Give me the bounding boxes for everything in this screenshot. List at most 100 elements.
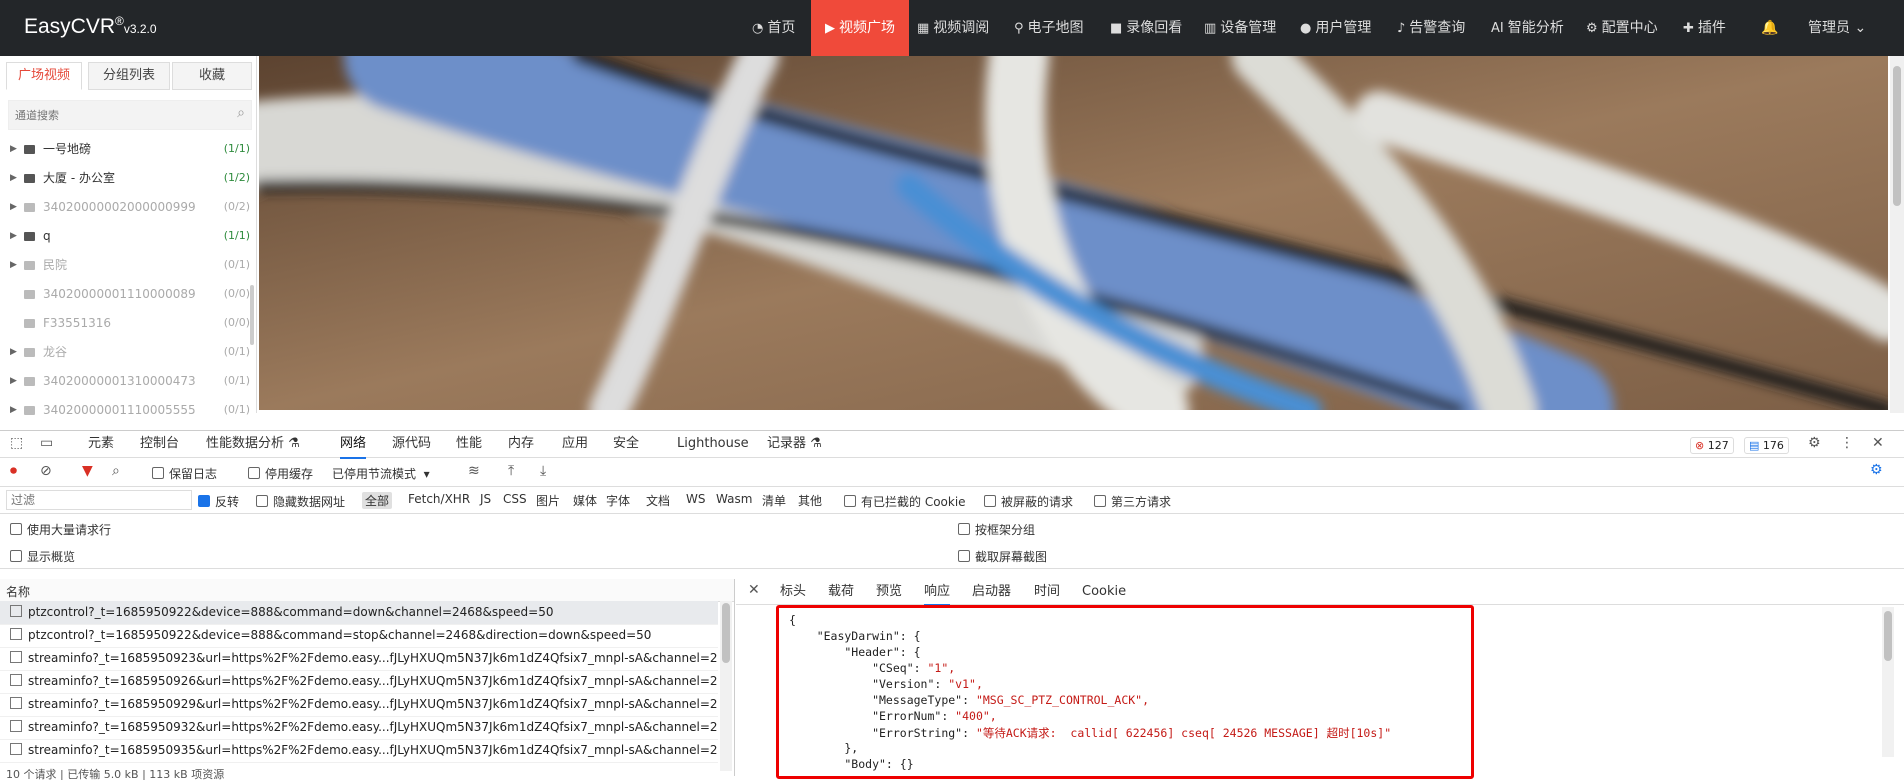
response-tab[interactable]: 响应 xyxy=(924,579,951,606)
name-column-header[interactable]: 名称 xyxy=(6,583,30,600)
close-icon[interactable]: ✕ xyxy=(1872,435,1884,451)
devtools-tab[interactable]: 网络 xyxy=(340,431,367,459)
nav-item[interactable]: ✚ 插件 xyxy=(1683,0,1726,56)
tree-item[interactable]: ▶ q (1/1) xyxy=(0,224,250,248)
more-vert-icon[interactable]: ⋮ xyxy=(1840,435,1854,451)
request-row[interactable]: ptzcontrol?_t=1685950922&device=888&comm… xyxy=(0,624,718,648)
devtools-tab[interactable]: 控制台 xyxy=(140,431,179,457)
tree-item[interactable]: ▶ 大厦 - 办公室 (1/2) xyxy=(0,166,250,190)
request-row[interactable]: streaminfo?_t=1685950929&url=https%2F%2F… xyxy=(0,693,718,717)
response-tab[interactable]: 标头 xyxy=(780,579,806,604)
type-filter[interactable]: 媒体 xyxy=(573,492,597,509)
tab-square-video[interactable]: 广场视频 xyxy=(6,62,82,90)
filter-icon[interactable]: ▼ xyxy=(82,463,93,479)
request-row[interactable]: streaminfo?_t=1685950926&url=https%2F%2F… xyxy=(0,670,718,694)
response-tab[interactable]: Cookie xyxy=(1082,579,1126,604)
devtools-tab[interactable]: 应用 xyxy=(562,431,588,457)
nav-item[interactable]: ● 用户管理 xyxy=(1300,0,1371,56)
invert-checkbox[interactable]: 反转 xyxy=(198,493,239,510)
type-filter[interactable]: Fetch/XHR xyxy=(408,492,470,506)
devtools-tab[interactable]: 安全 xyxy=(613,431,639,457)
clear-icon[interactable]: ⊘ xyxy=(40,463,52,479)
response-tab[interactable]: 时间 xyxy=(1034,579,1060,604)
device-toolbar-icon[interactable]: ▭ xyxy=(40,435,53,451)
request-row[interactable]: streaminfo?_t=1685950923&url=https%2F%2F… xyxy=(0,647,718,671)
page-scrollbar[interactable] xyxy=(1890,56,1904,413)
tree-item[interactable]: 34020000001110000089 (0/0) xyxy=(0,282,250,306)
tree-item[interactable]: ▶ 龙谷 (0/1) xyxy=(0,340,250,364)
tree-item[interactable]: F33551316 (0/0) xyxy=(0,311,250,335)
blocked-cookies-checkbox[interactable]: 有已拦截的 Cookie xyxy=(844,493,966,510)
error-count-badge[interactable]: ⊗ 127 xyxy=(1690,437,1734,454)
inspect-icon[interactable]: ⬚ xyxy=(10,435,23,451)
devtools-tab[interactable]: 源代码 xyxy=(392,431,431,457)
devtools-tab[interactable]: 性能 xyxy=(456,431,482,457)
response-tab[interactable]: 载荷 xyxy=(828,579,854,604)
search-icon[interactable]: ⌕ xyxy=(237,105,245,121)
bell-icon[interactable]: 🔔 xyxy=(1761,0,1778,56)
type-filter[interactable]: WS xyxy=(686,492,705,506)
brand-logo[interactable]: EasyCVR®v3.2.0 xyxy=(24,14,157,39)
channel-search[interactable]: ⌕ xyxy=(8,100,252,130)
type-filter[interactable]: 全部 xyxy=(362,492,393,509)
nav-item[interactable]: ▦ 视频调阅 xyxy=(917,0,989,56)
type-filter[interactable]: Wasm xyxy=(716,492,752,506)
devtools-tab[interactable]: 内存 xyxy=(508,431,534,457)
show-overview-checkbox[interactable]: 显示概览 xyxy=(10,548,75,565)
settings-gear-icon[interactable]: ⚙ xyxy=(1808,435,1821,451)
message-count-badge[interactable]: ▤ 176 xyxy=(1744,437,1789,454)
nav-item[interactable]: ▶ 视频广场 xyxy=(811,0,909,56)
type-filter[interactable]: 清单 xyxy=(762,492,786,509)
tree-item[interactable]: ▶ 34020000001110005555 (0/1) xyxy=(0,398,250,422)
type-filter[interactable]: 字体 xyxy=(606,492,630,509)
close-pane-icon[interactable]: ✕ xyxy=(748,582,760,598)
devtools-tab[interactable]: 元素 xyxy=(88,431,114,457)
request-row[interactable]: ptzcontrol?_t=1685950922&device=888&comm… xyxy=(0,601,718,625)
user-menu[interactable]: 管理员 ⌄ xyxy=(1808,0,1866,56)
third-party-checkbox[interactable]: 第三方请求 xyxy=(1094,493,1171,510)
expand-arrow-icon[interactable]: ▶ xyxy=(10,369,17,393)
response-body[interactable]: { "EasyDarwin": { "Header": { "CSeq": "1… xyxy=(776,605,1474,779)
nav-item[interactable]: ♪ 告警查询 xyxy=(1397,0,1465,56)
pane-divider[interactable] xyxy=(734,579,735,776)
response-tab[interactable]: 启动器 xyxy=(972,579,1011,604)
expand-arrow-icon[interactable]: ▶ xyxy=(10,224,17,248)
network-settings-icon[interactable]: ⚙ xyxy=(1870,462,1883,478)
expand-arrow-icon[interactable]: ▶ xyxy=(10,137,17,161)
tree-item[interactable]: ▶ 34020000001310000473 (0/1) xyxy=(0,369,250,393)
tab-favorites[interactable]: 收藏 xyxy=(172,62,252,90)
record-stop-icon[interactable]: ⏺ xyxy=(10,463,17,479)
devtools-tab[interactable]: Lighthouse xyxy=(677,431,749,457)
nav-item[interactable]: ⚲ 电子地图 xyxy=(1014,0,1084,56)
big-rows-checkbox[interactable]: 使用大量请求行 xyxy=(10,521,111,538)
type-filter[interactable]: JS xyxy=(480,492,491,506)
nav-item[interactable]: ◔ 首页 xyxy=(752,0,795,56)
import-icon[interactable]: ⤒ xyxy=(508,463,514,479)
filter-input[interactable] xyxy=(6,490,192,510)
wifi-icon[interactable]: ≋ xyxy=(468,463,480,479)
group-by-frame-checkbox[interactable]: 按框架分组 xyxy=(958,521,1035,538)
nav-item[interactable]: ▥ 设备管理 xyxy=(1204,0,1276,56)
request-row[interactable]: streaminfo?_t=1685950935&url=https%2F%2F… xyxy=(0,739,718,763)
export-icon[interactable]: ⤓ xyxy=(540,463,546,479)
disable-cache-checkbox[interactable]: 停用缓存 xyxy=(248,465,313,482)
response-tab[interactable]: 预览 xyxy=(876,579,902,604)
devtools-tab[interactable]: 性能数据分析 ⚗ xyxy=(206,431,300,457)
page-scrollbar-thumb[interactable] xyxy=(1893,66,1901,206)
request-list-scrollbar[interactable] xyxy=(720,601,732,771)
type-filter[interactable]: CSS xyxy=(503,492,527,506)
throttle-select[interactable]: 已停用节流模式 ▾ xyxy=(332,465,430,482)
tab-group-list[interactable]: 分组列表 xyxy=(88,62,170,90)
nav-item[interactable]: ■ 录像回看 xyxy=(1110,0,1182,56)
channel-search-input[interactable] xyxy=(9,101,217,129)
capture-screenshots-checkbox[interactable]: 截取屏幕截图 xyxy=(958,548,1047,565)
type-filter[interactable]: 图片 xyxy=(536,492,560,509)
search-icon[interactable]: ⌕ xyxy=(112,463,120,479)
response-scrollbar[interactable] xyxy=(1882,607,1894,757)
blocked-requests-checkbox[interactable]: 被屏蔽的请求 xyxy=(984,493,1073,510)
request-row[interactable]: streaminfo?_t=1685950932&url=https%2F%2F… xyxy=(0,716,718,740)
tree-item[interactable]: ▶ 34020000002000000999 (0/2) xyxy=(0,195,250,219)
type-filter[interactable]: 文档 xyxy=(646,492,670,509)
expand-arrow-icon[interactable]: ▶ xyxy=(10,340,17,364)
video-player[interactable] xyxy=(259,56,1888,410)
